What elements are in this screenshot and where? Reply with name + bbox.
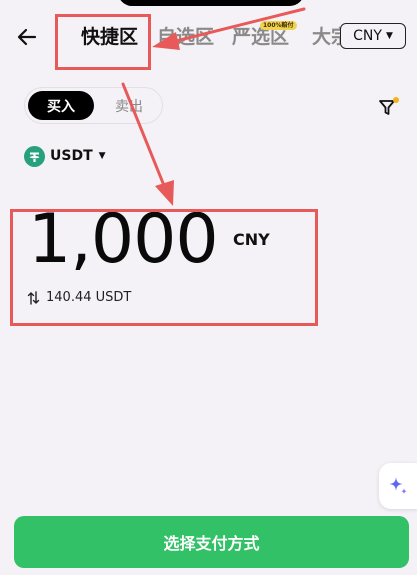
chevron-down-icon: ▼ xyxy=(98,151,106,161)
back-arrow-icon xyxy=(17,28,37,46)
tab-bulk-zone[interactable]: 大宗 xyxy=(312,24,340,50)
tab-self-select-zone[interactable]: 自选区 xyxy=(157,24,214,50)
ai-assistant-button[interactable] xyxy=(379,463,417,509)
choose-payment-method-button[interactable]: 选择支付方式 xyxy=(14,516,409,568)
annotation-box-amount xyxy=(10,209,318,326)
filter-icon xyxy=(379,97,399,115)
back-button[interactable] xyxy=(12,22,42,52)
device-notch xyxy=(118,0,304,6)
coin-select[interactable]: USDT ▼ xyxy=(24,145,106,167)
currency-select[interactable]: CNY ▼ xyxy=(340,23,406,49)
sell-tab[interactable]: 卖出 xyxy=(98,91,160,120)
annotation-box-tab xyxy=(55,14,151,70)
buy-tab[interactable]: 买入 xyxy=(28,91,94,120)
trade-direction-toggle: 买入 卖出 xyxy=(24,87,163,124)
filter-button[interactable] xyxy=(376,94,402,120)
compensation-badge: 100%赔付 xyxy=(260,21,297,30)
sparkle-icon xyxy=(389,477,407,495)
tether-coin-icon xyxy=(24,145,45,167)
currency-label: CNY xyxy=(353,28,382,44)
coin-symbol: USDT xyxy=(50,148,93,164)
chevron-down-icon: ▼ xyxy=(385,31,393,41)
